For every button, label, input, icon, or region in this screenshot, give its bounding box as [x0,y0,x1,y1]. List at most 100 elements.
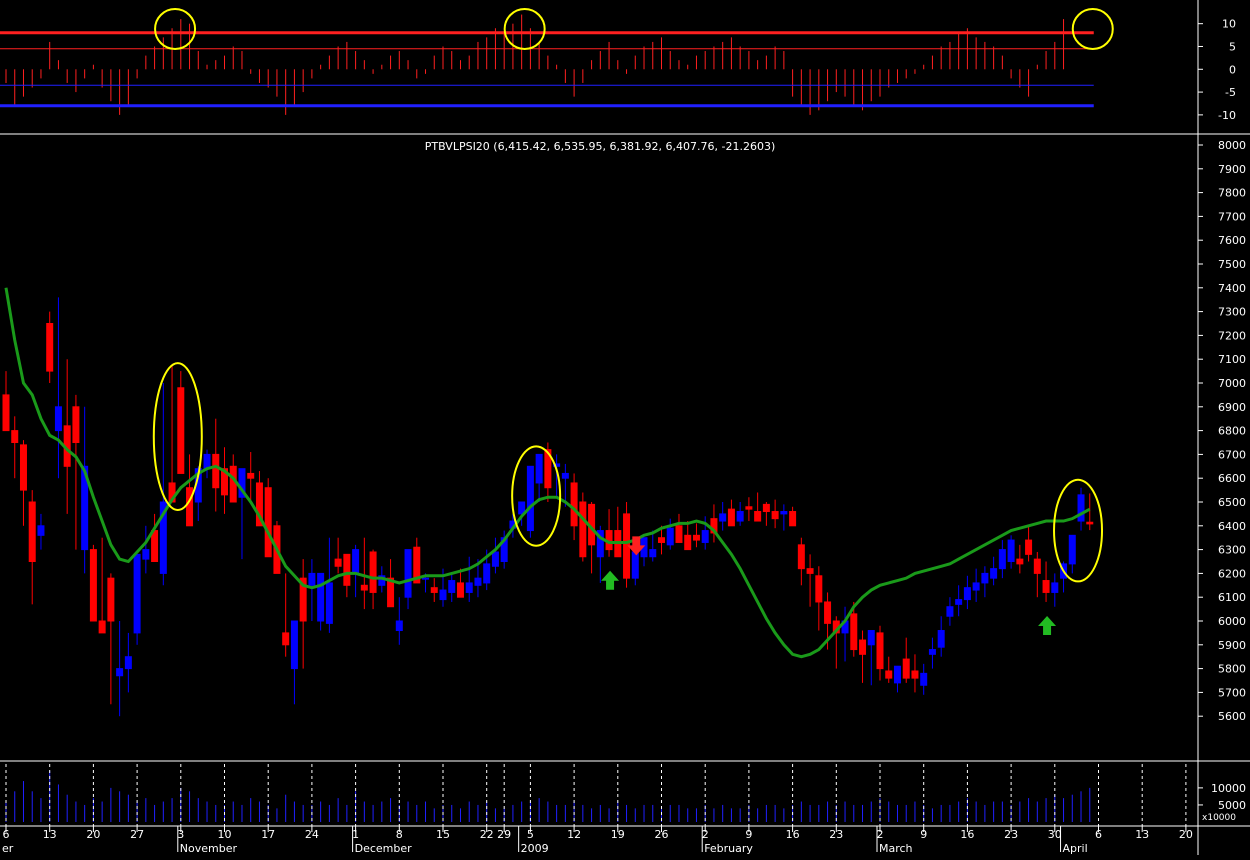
candle-body [885,670,893,679]
x-tick-label: 8 [396,828,403,841]
x-tick-label: 30 [1048,828,1062,841]
candle-body [422,577,430,580]
volume-unit-label: x10000 [1202,813,1236,823]
chart-background [0,0,1250,855]
price-y-tick-label: 7800 [1218,187,1246,200]
candle-body [727,508,735,527]
x-tick-label: 19 [611,828,625,841]
candle-body [186,487,194,527]
candle-body [963,587,971,601]
candle-body [1068,534,1076,565]
candle-body [911,670,919,679]
candle-body [229,465,237,503]
chart-canvas: 10 5 0 -5 -10 8000 7900 7800 7700 7600 7500 7400 730… [0,0,1250,855]
price-y-tick-label: 6800 [1218,425,1246,438]
x-tick-label: 16 [786,828,800,841]
candle-body [37,525,45,536]
candle-body [1077,494,1085,522]
price-y-tick-label: 7100 [1218,353,1246,366]
candle-body [972,582,980,591]
candle-body [937,630,945,648]
candle-body [439,589,447,601]
candle-body [317,572,325,622]
candle-body [920,672,928,686]
chart-container: 10 5 0 -5 -10 8000 7900 7800 7700 7600 7500 7400 730… [0,0,1250,855]
candle-body [212,453,220,489]
candle-body [290,620,298,670]
candle-body [762,503,770,513]
candle-body [142,549,150,560]
x-tick-label: 12 [567,828,581,841]
x-tick-label: 10 [218,828,232,841]
oscillator-y-tick-label: 5 [1229,40,1236,53]
candle-body [666,527,674,546]
candle-body [1051,582,1059,593]
price-y-tick-label: 6000 [1218,615,1246,628]
candle-body [19,444,27,491]
candle-body [946,606,954,617]
x-tick-label: 29 [497,828,511,841]
chart-title: PTBVLPSI20 (6,415.42, 6,535.95, 6,381.92… [425,140,776,153]
x-tick-label: 9 [920,828,927,841]
x-tick-label: 23 [1004,828,1018,841]
candle-body [116,668,124,677]
candle-body [797,544,805,570]
candle-body [771,511,779,520]
candle-body [404,549,412,598]
candle-body [1033,558,1041,574]
candle-body [701,530,709,543]
candle-body [54,406,62,432]
candle-body [736,511,744,522]
price-y-tick-label: 7200 [1218,329,1246,342]
candle-body [893,665,901,684]
candle-body [745,506,753,510]
oscillator-y-tick-label: -5 [1225,86,1236,99]
candle-body [684,534,692,551]
oscillator-y-tick-label: 10 [1222,18,1236,31]
candle-body [561,472,569,479]
x-month-label: April [1063,842,1088,855]
candle-body [133,553,141,634]
x-month-label: March [879,842,913,855]
candle-body [867,630,875,646]
price-y-tick-label: 5900 [1218,639,1246,652]
candle-body [491,551,499,567]
candle-body [1025,539,1033,555]
x-tick-label: 2 [702,828,709,841]
price-y-tick-label: 7500 [1218,258,1246,271]
price-y-tick-label: 5700 [1218,686,1246,699]
candle-body [876,632,884,670]
x-tick-label: 24 [305,828,319,841]
price-y-tick-label: 7300 [1218,306,1246,319]
candle-body [465,582,473,593]
oscillator-y-tick-label: -10 [1218,109,1236,122]
candle-body [824,601,832,624]
candle-body [981,572,989,584]
x-tick-label: 27 [130,828,144,841]
candle-body [526,465,534,532]
candle-body [247,472,255,479]
x-tick-label: 20 [86,828,100,841]
candle-body [264,487,272,558]
candle-body [1086,521,1094,525]
x-tick-label: 2 [877,828,884,841]
candle-body [343,553,351,586]
candle-body [334,558,342,567]
candle-body [369,551,377,593]
candle-body [395,620,403,632]
x-tick-label: 16 [960,828,974,841]
candle-body [430,587,438,593]
candle-body [1007,539,1015,563]
price-y-tick-label: 7900 [1218,163,1246,176]
candle-body [28,501,36,562]
candle-body [859,639,867,655]
x-tick-label: 5 [527,828,534,841]
candle-body [11,430,19,444]
x-tick-label: 23 [829,828,843,841]
candle-body [89,549,97,622]
candle-body [570,482,578,527]
candle-body [692,534,700,541]
x-tick-label: 22 [480,828,494,841]
x-tick-label: 6 [1095,828,1102,841]
candle-body [649,549,657,558]
